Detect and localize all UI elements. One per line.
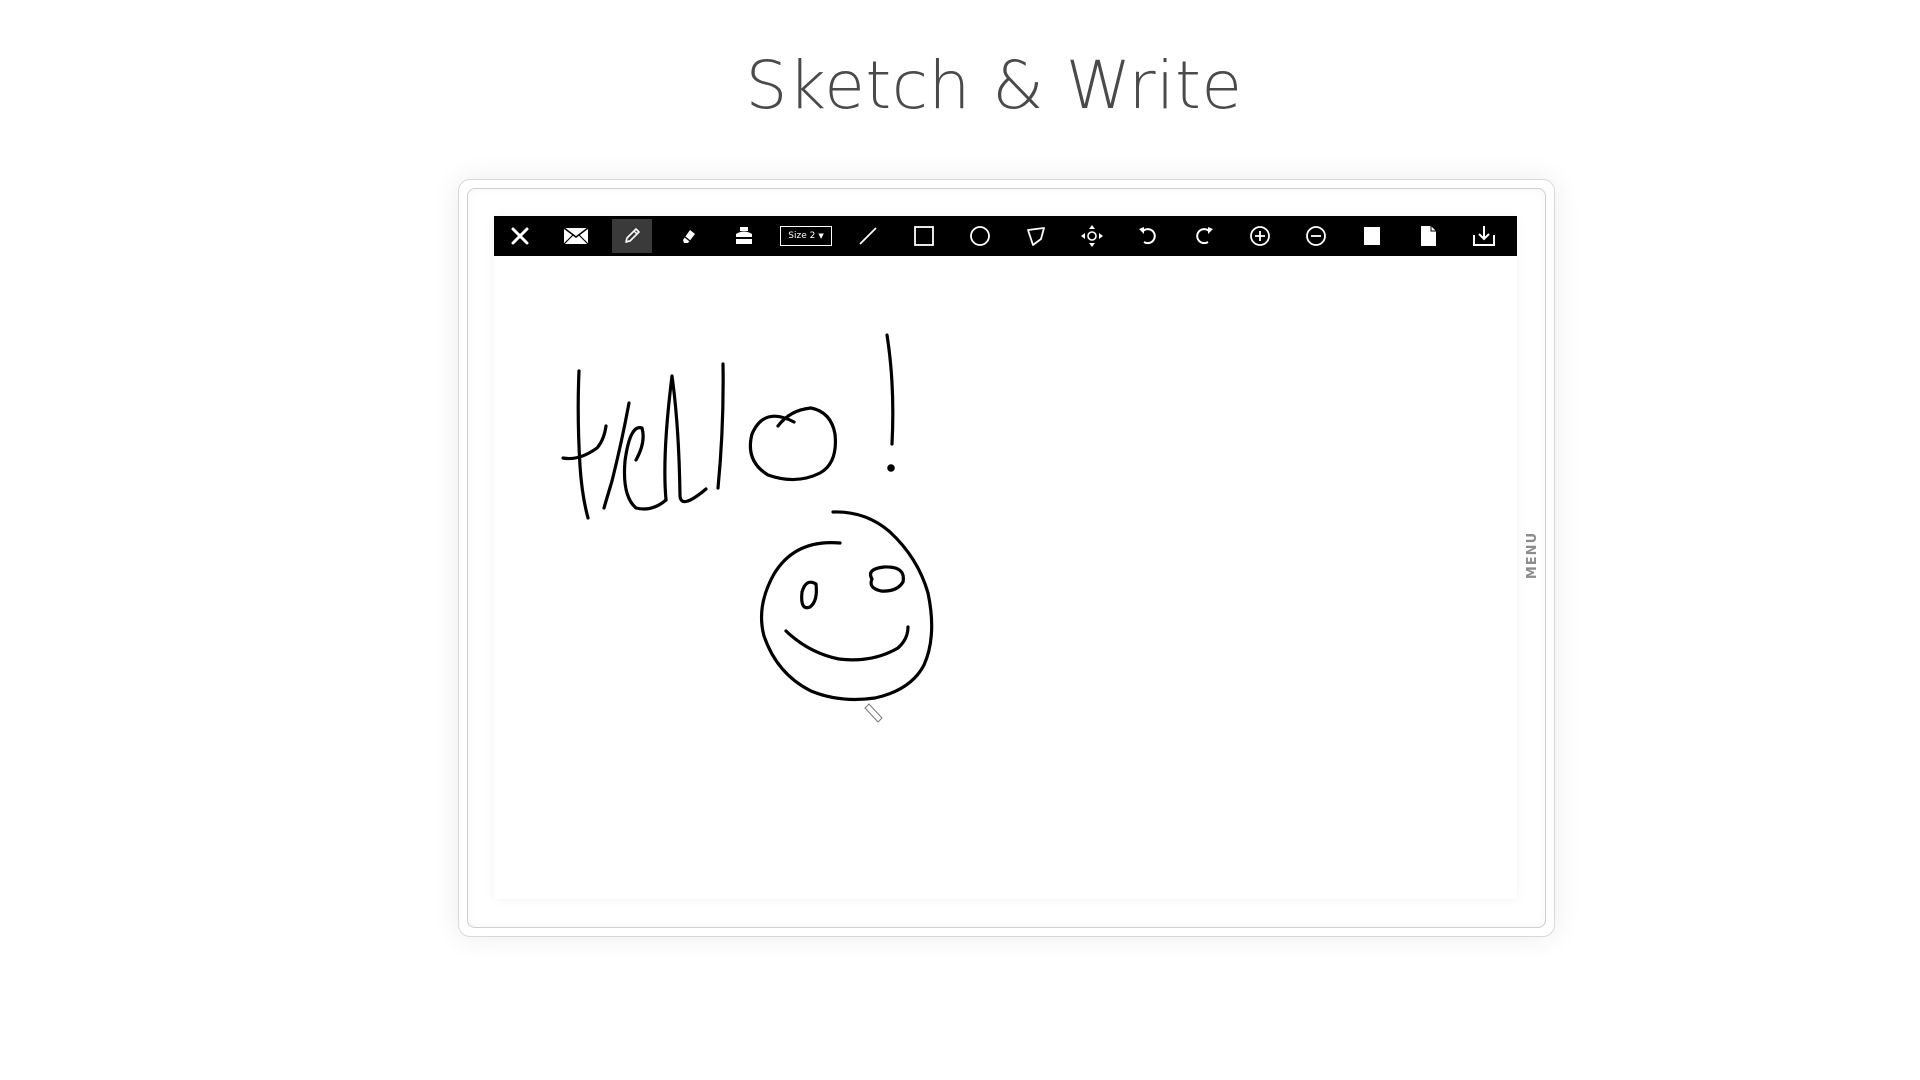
- eraser-icon: [683, 230, 695, 243]
- ink-stroke-e: [622, 426, 668, 511]
- circle-tool-button[interactable]: [960, 219, 1000, 253]
- close-button[interactable]: [500, 219, 540, 253]
- undo-button[interactable]: [1128, 219, 1168, 253]
- circle-icon: [970, 226, 990, 246]
- zoom-out-icon: [1306, 226, 1326, 246]
- polygon-tool-button[interactable]: [1016, 219, 1056, 253]
- move-tool-button[interactable]: [1072, 219, 1112, 253]
- close-icon: [511, 227, 529, 245]
- toolbar: Size 2 ▼: [494, 216, 1517, 256]
- line-tool-button[interactable]: [848, 219, 888, 253]
- chevron-down-icon: ▼: [818, 231, 824, 240]
- app-page: Sketch & Write Size 2 ▼ MENU: [0, 0, 1920, 1080]
- save-download-icon: [1473, 226, 1495, 246]
- ink-stroke-left-eye: [800, 580, 818, 610]
- side-menu-label: MENU: [1525, 531, 1541, 579]
- new-page-button[interactable]: [1408, 219, 1448, 253]
- ink-stroke-h-crossbar: [561, 424, 608, 461]
- brush-size-value: Size 2: [788, 231, 816, 241]
- pencil-tool-button[interactable]: [612, 219, 652, 253]
- redo-button[interactable]: [1184, 219, 1224, 253]
- save-button[interactable]: [1464, 219, 1504, 253]
- move-icon: [1081, 225, 1103, 247]
- page-title: Sketch & Write: [745, 47, 1243, 124]
- email-button[interactable]: [556, 219, 596, 253]
- background-fill-button[interactable]: [1352, 219, 1392, 253]
- zoom-in-button[interactable]: [1240, 219, 1280, 253]
- ink-bottle-icon: [736, 227, 752, 244]
- undo-icon: [1139, 227, 1156, 245]
- ink-stroke-smile: [784, 625, 910, 662]
- new-page-icon: [1421, 226, 1436, 246]
- drawing-screen: Size 2 ▼: [494, 216, 1517, 899]
- polygon-icon: [1027, 227, 1045, 246]
- ink-stroke-l1: [663, 374, 708, 504]
- rectangle-icon: [914, 226, 934, 246]
- handwritten-drawing: [561, 333, 934, 723]
- ink-stroke-face: [759, 510, 934, 702]
- ink-stroke-right-eye: [868, 565, 905, 593]
- tablet-frame: Size 2 ▼ MENU: [458, 179, 1555, 937]
- pen-cursor-icon: [864, 703, 883, 723]
- line-icon: [859, 227, 877, 245]
- ink-stroke-h-left: [576, 369, 590, 520]
- ink-color-button[interactable]: [724, 219, 764, 253]
- eraser-tool-button[interactable]: [668, 219, 708, 253]
- rectangle-tool-button[interactable]: [904, 219, 944, 253]
- brush-size-select[interactable]: Size 2 ▼: [780, 226, 832, 246]
- ink-dot-exclamation: [887, 464, 895, 472]
- zoom-in-icon: [1250, 226, 1270, 246]
- zoom-out-button[interactable]: [1296, 219, 1336, 253]
- mail-icon: [563, 227, 589, 245]
- fill-rectangle-icon: [1364, 227, 1380, 245]
- ink-stroke-o: [748, 406, 838, 482]
- drawing-canvas[interactable]: [494, 256, 1517, 899]
- side-menu-tab[interactable]: MENU: [1521, 520, 1545, 590]
- redo-icon: [1196, 227, 1213, 245]
- pencil-icon: [625, 228, 640, 243]
- ink-stroke-exclamation: [885, 333, 895, 446]
- ink-stroke-l2: [716, 362, 725, 490]
